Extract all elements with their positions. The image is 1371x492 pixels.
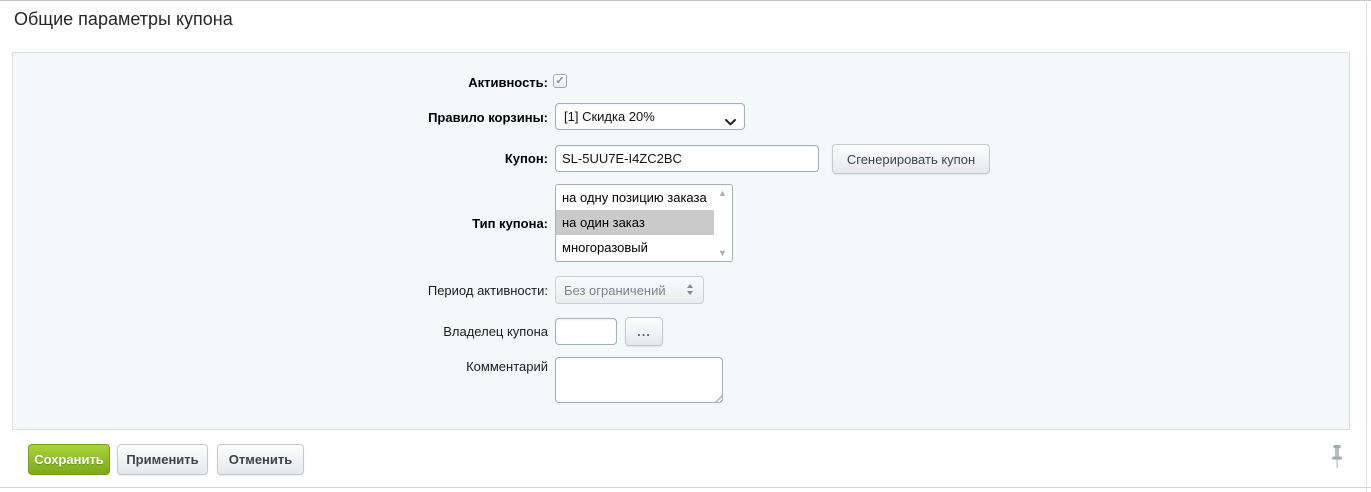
- coupon-type-listbox[interactable]: на одну позицию заказа на один заказ мно…: [555, 184, 733, 262]
- comment-label: Комментарий: [466, 359, 548, 374]
- coupon-settings-page: Общие параметры купона Активность: ✓ Пра…: [0, 0, 1371, 492]
- coupon-type-label: Тип купона:: [472, 216, 548, 231]
- cancel-button[interactable]: Отменить: [217, 444, 304, 475]
- pin-icon[interactable]: [1329, 444, 1345, 475]
- comment-textarea[interactable]: [555, 357, 723, 403]
- coupon-type-option[interactable]: на одну позицию заказа: [556, 185, 714, 210]
- basket-rule-select[interactable]: [1] Скидка 20%: [555, 103, 745, 130]
- coupon-label: Купон:: [504, 151, 548, 166]
- top-divider: [0, 0, 1371, 1]
- active-period-value: Без ограничений: [564, 282, 666, 298]
- right-divider: [1366, 0, 1367, 492]
- coupon-type-option[interactable]: многоразовый: [556, 235, 714, 260]
- apply-button[interactable]: Применить: [117, 444, 208, 475]
- coupon-owner-input[interactable]: [555, 318, 617, 345]
- chevron-down-icon: [725, 114, 736, 129]
- basket-rule-label: Правило корзины:: [428, 110, 548, 125]
- page-title: Общие параметры купона: [14, 9, 233, 29]
- browse-button[interactable]: ...: [625, 317, 663, 346]
- activity-label: Активность:: [468, 75, 548, 90]
- activity-checkbox[interactable]: ✓: [553, 74, 567, 88]
- coupon-type-option-selected[interactable]: на один заказ: [556, 210, 714, 235]
- active-period-select[interactable]: Без ограничений: [555, 276, 704, 304]
- bottom-divider: [0, 487, 1371, 488]
- save-button[interactable]: Сохранить: [28, 444, 110, 475]
- coupon-owner-label: Владелец купона: [443, 324, 548, 339]
- coupon-input[interactable]: [555, 145, 819, 172]
- basket-rule-value: [1] Скидка 20%: [564, 109, 655, 124]
- checkmark-icon: ✓: [555, 75, 565, 87]
- scroll-down-icon[interactable]: ▼: [714, 248, 731, 258]
- listbox-scrollbar[interactable]: ▲ ▼: [714, 186, 731, 260]
- active-period-label: Период активности:: [427, 283, 548, 298]
- spinner-icon: [687, 284, 693, 295]
- generate-coupon-button[interactable]: Сгенерировать купон: [832, 144, 990, 174]
- scroll-up-icon[interactable]: ▲: [714, 188, 731, 198]
